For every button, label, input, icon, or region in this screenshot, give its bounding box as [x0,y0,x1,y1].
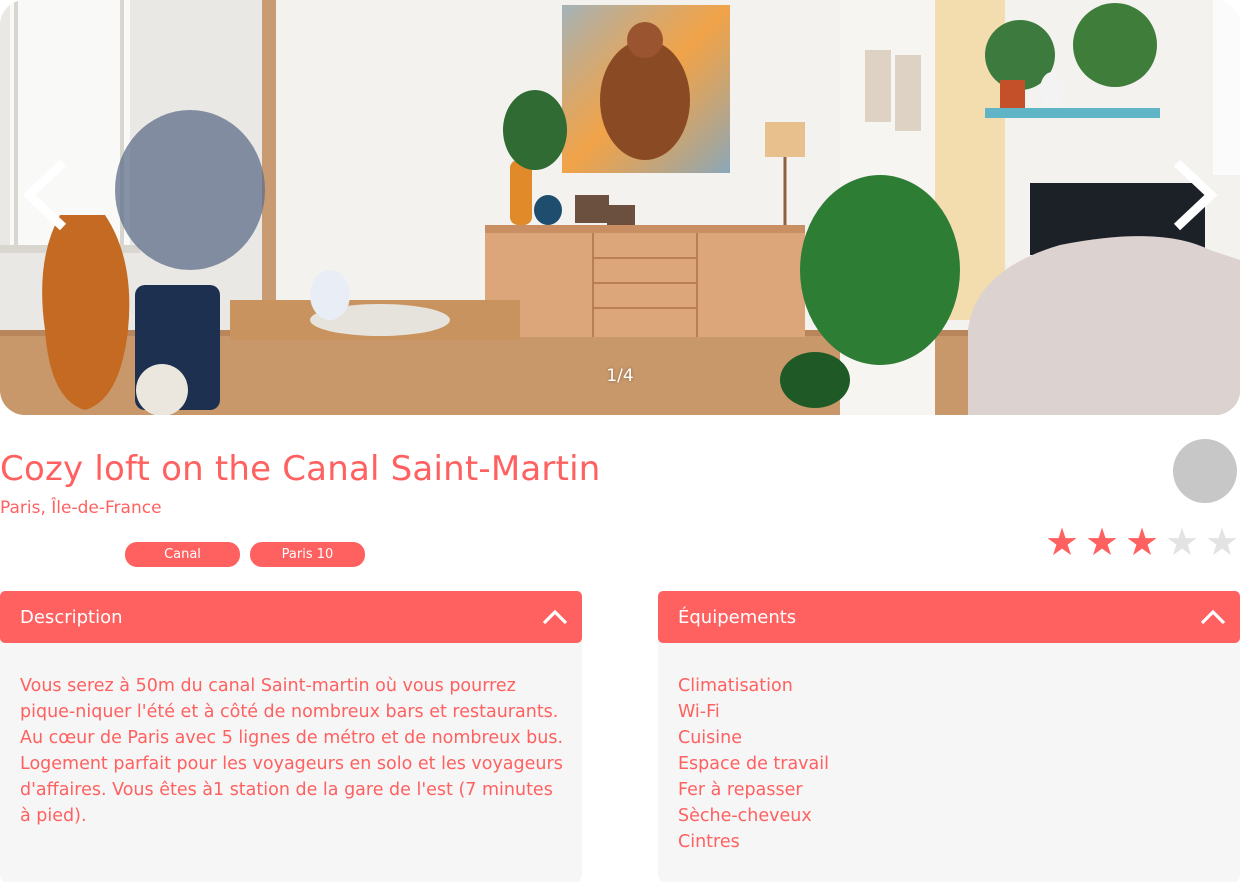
chevron-left-icon [22,159,67,231]
equipment-list: Climatisation Wi-Fi Cuisine Espace de tr… [678,673,1224,855]
chevron-right-icon [1173,159,1218,231]
tag: Canal [125,542,240,567]
rating-stars: ★ ★ ★ ★ ★ [1042,520,1240,564]
equipments-toggle[interactable]: Équipements [658,591,1240,643]
tag-list: Canal Paris 10 [0,542,400,567]
equipment-item: Sèche-cheveux [678,806,812,826]
chevron-up-icon[interactable] [1198,602,1228,632]
equipments-collapse: Équipements Climatisation Wi-Fi Cuisine … [658,591,1240,882]
listing-location: Paris, Île-de-France [0,498,162,518]
star-empty-icon: ★ [1164,520,1200,564]
host-avatar [1173,439,1237,503]
photo-carousel: 1/4 [0,0,1240,415]
next-photo-button[interactable] [1160,150,1230,240]
description-collapse: Description Vous serez à 50m du canal Sa… [0,591,582,882]
tag: Paris 10 [250,542,365,567]
equipment-item: Wi-Fi [678,702,720,722]
equipment-item: Climatisation [678,676,793,696]
listing-photo [0,0,1240,415]
star-empty-icon: ★ [1204,520,1240,564]
star-filled-icon: ★ [1044,520,1080,564]
star-filled-icon: ★ [1124,520,1160,564]
equipments-body: Climatisation Wi-Fi Cuisine Espace de tr… [658,633,1240,882]
photo-counter: 1/4 [606,366,634,386]
listing-title: Cozy loft on the Canal Saint-Martin [0,449,601,489]
equipment-item: Espace de travail [678,754,829,774]
star-filled-icon: ★ [1084,520,1120,564]
description-title: Description [20,606,123,628]
chevron-up-icon[interactable] [540,602,570,632]
equipment-item: Fer à repasser [678,780,803,800]
equipment-item: Cintres [678,832,740,852]
equipment-item: Cuisine [678,728,743,748]
description-toggle[interactable]: Description [0,591,582,643]
equipments-title: Équipements [678,606,797,628]
previous-photo-button[interactable] [10,150,80,240]
description-text: Vous serez à 50m du canal Saint-martin o… [20,676,564,826]
description-body: Vous serez à 50m du canal Saint-martin o… [0,633,582,882]
